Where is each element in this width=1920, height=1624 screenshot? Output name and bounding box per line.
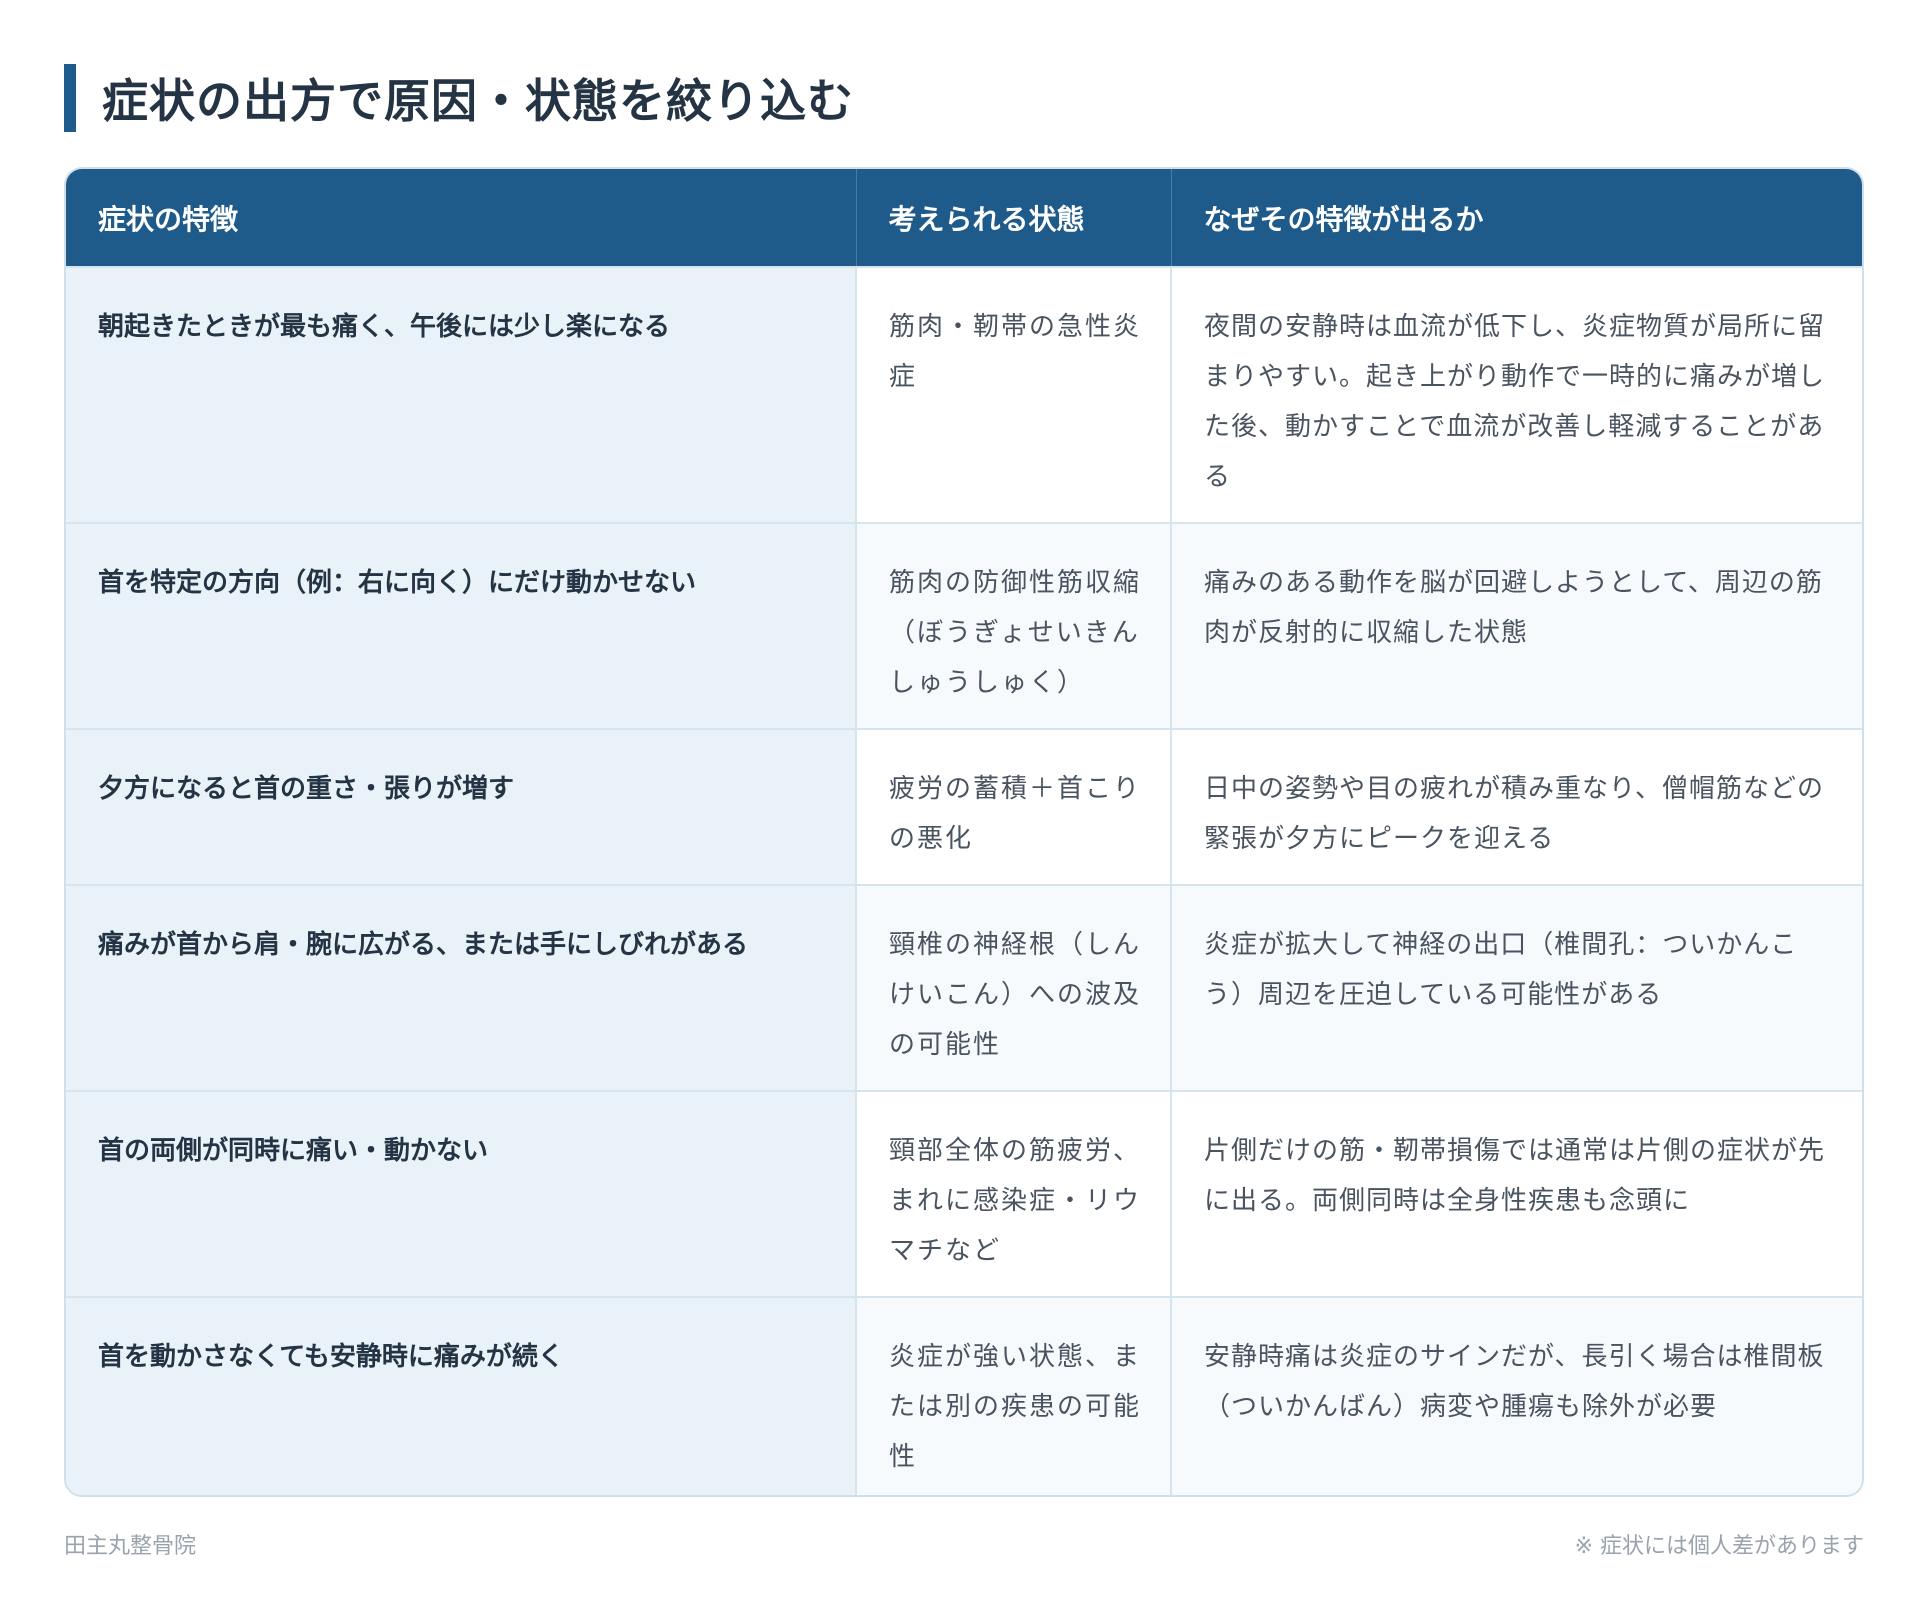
table-header-row: 症状の特徴 考えられる状態 なぜその特徴が出るか	[66, 169, 1862, 267]
header-condition: 考えられる状態	[856, 169, 1172, 267]
cell-reason: 安静時痛は炎症のサインだが、長引く場合は椎間板（ついかんばん）病変や腫瘍も除外が…	[1171, 1296, 1862, 1495]
header-reason: なぜその特徴が出るか	[1171, 169, 1862, 267]
symptom-table: 症状の特徴 考えられる状態 なぜその特徴が出るか 朝起きたときが最も痛く、午後に…	[66, 169, 1862, 1495]
table-row: 夕方になると首の重さ・張りが増す 疲労の蓄積＋首こりの悪化 日中の姿勢や目の疲れ…	[66, 728, 1862, 885]
cell-condition: 頸椎の神経根（しんけいこん）への波及の可能性	[856, 884, 1172, 1091]
cell-symptom: 夕方になると首の重さ・張りが増す	[66, 728, 857, 885]
cell-reason: 痛みのある動作を脳が回避しようとして、周辺の筋肉が反射的に収縮した状態	[1171, 522, 1862, 729]
table-row: 痛みが首から肩・腕に広がる、または手にしびれがある 頸椎の神経根（しんけいこん）…	[66, 884, 1862, 1091]
cell-symptom: 朝起きたときが最も痛く、午後には少し楽になる	[66, 266, 857, 523]
table-row: 首を動かさなくても安静時に痛みが続く 炎症が強い状態、または別の疾患の可能性 安…	[66, 1296, 1862, 1495]
symptom-table-card: 症状の特徴 考えられる状態 なぜその特徴が出るか 朝起きたときが最も痛く、午後に…	[64, 167, 1864, 1497]
title-accent-bar	[64, 64, 76, 132]
cell-symptom: 首の両側が同時に痛い・動かない	[66, 1090, 857, 1297]
table-row: 朝起きたときが最も痛く、午後には少し楽になる 筋肉・靭帯の急性炎症 夜間の安静時…	[66, 266, 1862, 523]
cell-condition: 筋肉の防御性筋収縮（ぼうぎょせいきんしゅうしゅく）	[856, 522, 1172, 729]
cell-reason: 片側だけの筋・靭帯損傷では通常は片側の症状が先に出る。両側同時は全身性疾患も念頭…	[1171, 1090, 1862, 1297]
table-row: 首を特定の方向（例：右に向く）にだけ動かせない 筋肉の防御性筋収縮（ぼうぎょせい…	[66, 522, 1862, 729]
cell-condition: 頸部全体の筋疲労、まれに感染症・リウマチなど	[856, 1090, 1172, 1297]
clinic-name: 田主丸整骨院	[64, 1534, 197, 1559]
cell-symptom: 痛みが首から肩・腕に広がる、または手にしびれがある	[66, 884, 857, 1091]
cell-reason: 日中の姿勢や目の疲れが積み重なり、僧帽筋などの緊張が夕方にピークを迎える	[1171, 728, 1862, 885]
cell-symptom: 首を特定の方向（例：右に向く）にだけ動かせない	[66, 522, 857, 729]
cell-reason: 夜間の安静時は血流が低下し、炎症物質が局所に留まりやすい。起き上がり動作で一時的…	[1171, 266, 1862, 523]
footer-note: ※ 症状には個人差があります	[1574, 1534, 1864, 1559]
table-row: 首の両側が同時に痛い・動かない 頸部全体の筋疲労、まれに感染症・リウマチなど 片…	[66, 1090, 1862, 1297]
cell-symptom: 首を動かさなくても安静時に痛みが続く	[66, 1296, 857, 1495]
cell-condition: 炎症が強い状態、または別の疾患の可能性	[856, 1296, 1172, 1495]
header-symptom: 症状の特徴	[66, 169, 857, 267]
cell-reason: 炎症が拡大して神経の出口（椎間孔：ついかんこう）周辺を圧迫している可能性がある	[1171, 884, 1862, 1091]
page-title: 症状の出方で原因・状態を絞り込む	[102, 74, 854, 128]
cell-condition: 筋肉・靭帯の急性炎症	[856, 266, 1172, 523]
cell-condition: 疲労の蓄積＋首こりの悪化	[856, 728, 1172, 885]
page-title-block: 症状の出方で原因・状態を絞り込む	[64, 64, 854, 132]
